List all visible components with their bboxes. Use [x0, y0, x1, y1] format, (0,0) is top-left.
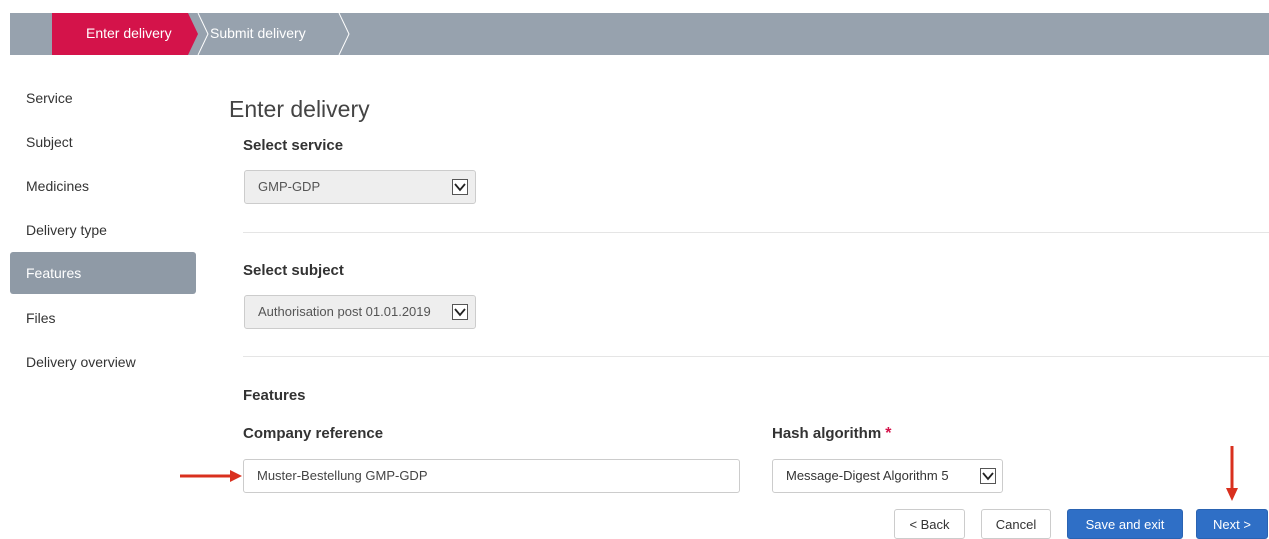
step-separator-icon [197, 13, 209, 55]
select-subject-label: Select subject [243, 262, 344, 279]
required-asterisk: * [885, 425, 892, 442]
sidebar-item-medicines[interactable]: Medicines [10, 164, 196, 208]
select-service-label: Select service [243, 137, 344, 154]
progress-steps-bar: Enter delivery Submit delivery [10, 13, 1269, 55]
cancel-button[interactable]: Cancel [981, 509, 1051, 539]
hash-algorithm-select[interactable]: Message-Digest Algorithm 5 [772, 459, 1003, 493]
step-submit-delivery[interactable]: Submit delivery [210, 25, 306, 41]
company-reference-input[interactable]: Muster-Bestellung GMP-GDP [243, 459, 740, 493]
page-title: Enter delivery [229, 96, 370, 122]
sidebar-item-files[interactable]: Files [10, 296, 196, 340]
features-heading: Features [243, 387, 306, 404]
sidebar-item-label: Medicines [26, 178, 90, 194]
chevron-down-icon[interactable] [980, 468, 996, 484]
service-select[interactable]: GMP-GDP [244, 170, 476, 204]
sidebar-item-delivery-overview[interactable]: Delivery overview [10, 340, 196, 384]
company-reference-label: Company reference [243, 425, 384, 442]
section-divider [243, 232, 1269, 233]
subject-select[interactable]: Authorisation post 01.01.2019 [244, 295, 476, 329]
sidebar-item-label: Delivery type [26, 222, 107, 238]
annotation-arrow-down-icon [1226, 446, 1238, 501]
step-enter-delivery-label: Enter delivery [86, 25, 172, 41]
sidebar-item-features[interactable]: Features [10, 252, 196, 294]
next-button[interactable]: Next > [1196, 509, 1268, 539]
sidebar-item-subject[interactable]: Subject [10, 120, 196, 164]
subject-select-value: Authorisation post 01.01.2019 [258, 304, 431, 319]
sidebar-nav: Service Subject Medicines Delivery type … [10, 76, 196, 384]
chevron-down-icon[interactable] [452, 304, 468, 320]
step-enter-delivery[interactable]: Enter delivery [52, 13, 198, 55]
sidebar-item-delivery-type[interactable]: Delivery type [10, 208, 196, 252]
sidebar-item-label: Files [26, 310, 56, 326]
annotation-arrow-right-icon [180, 470, 242, 482]
back-button[interactable]: < Back [894, 509, 965, 539]
service-select-value: GMP-GDP [258, 179, 321, 194]
section-divider [243, 356, 1269, 357]
chevron-down-icon[interactable] [452, 179, 468, 195]
hash-algorithm-value: Message-Digest Algorithm 5 [786, 468, 949, 483]
hash-algorithm-label: Hash algorithm * [772, 425, 891, 443]
sidebar-item-label: Subject [26, 134, 73, 150]
sidebar-item-label: Delivery overview [26, 354, 136, 370]
hash-algorithm-label-text: Hash algorithm [772, 425, 882, 442]
sidebar-item-service[interactable]: Service [10, 76, 196, 120]
sidebar-item-label: Service [26, 90, 73, 106]
save-and-exit-button[interactable]: Save and exit [1067, 509, 1183, 539]
step-separator-icon [338, 13, 350, 55]
sidebar-item-label: Features [26, 265, 82, 281]
company-reference-value: Muster-Bestellung GMP-GDP [257, 468, 428, 483]
